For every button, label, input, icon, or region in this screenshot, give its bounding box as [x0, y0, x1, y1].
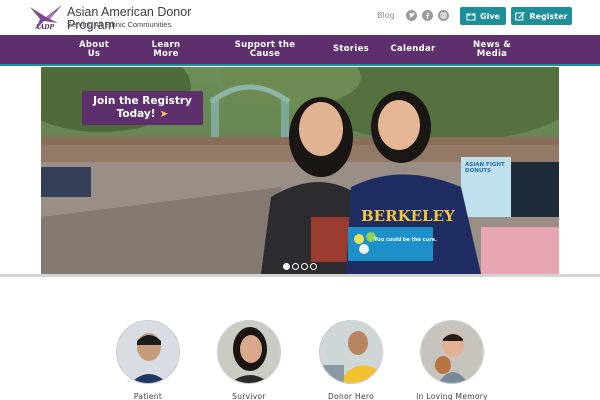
- slide-dot[interactable]: [292, 263, 299, 270]
- patient-photo[interactable]: [116, 320, 180, 384]
- section-divider: [0, 274, 600, 277]
- donor-hero-photo[interactable]: [319, 320, 383, 384]
- register-label: Register: [529, 11, 568, 21]
- in-loving-memory-label[interactable]: In Loving Memory: [407, 392, 497, 400]
- join-registry-button[interactable]: Join the Registry Today! ➤: [82, 91, 203, 125]
- gift-icon: [466, 13, 476, 21]
- slide-indicators: [283, 263, 317, 270]
- slide-dot[interactable]: [283, 263, 290, 270]
- nav-label: Media: [476, 48, 508, 59]
- facebook-icon[interactable]: [422, 10, 433, 21]
- site-header: AADP Asian American Donor Program Servin…: [0, 0, 600, 35]
- nav-item-news-media[interactable]: News & Media: [466, 35, 518, 64]
- nav-label: Cause: [249, 48, 281, 59]
- nav-label: Stories: [332, 44, 370, 54]
- slide-dot[interactable]: [301, 263, 308, 270]
- main-nav: About Us Learn More Support the Cause Stori…: [0, 35, 600, 66]
- instagram-icon[interactable]: [438, 10, 449, 21]
- hero-shirt-text: BERKELEY: [361, 207, 455, 225]
- survivor-photo[interactable]: [217, 320, 281, 384]
- survivor-label[interactable]: Survivor: [204, 392, 294, 400]
- nav-item-about-us[interactable]: About Us: [70, 35, 118, 64]
- nav-item-stories[interactable]: Stories: [327, 35, 375, 64]
- nav-label: Calendar: [390, 44, 436, 54]
- cta-line1: Join the Registry: [93, 95, 192, 107]
- twitter-icon[interactable]: [406, 10, 417, 21]
- slide-dot[interactable]: [310, 263, 317, 270]
- give-label: Give: [480, 11, 500, 21]
- patient-label[interactable]: Patient: [103, 392, 193, 400]
- nav-label: More: [153, 48, 179, 59]
- cta-line2: Today!: [116, 108, 156, 120]
- nav-item-calendar[interactable]: Calendar: [384, 35, 442, 64]
- give-button[interactable]: Give: [460, 7, 506, 25]
- register-button[interactable]: Register: [511, 7, 572, 25]
- hero-card-text: You could be the cure.: [374, 237, 437, 243]
- nav-item-support-the-cause[interactable]: Support the Cause: [226, 35, 304, 64]
- blog-link[interactable]: Blog: [377, 11, 395, 20]
- nav-item-learn-more[interactable]: Learn More: [142, 35, 190, 64]
- org-tagline: Serving All Ethnic Communities: [67, 20, 172, 29]
- hero-banner-text: ASIAN FIGHT DONUTS: [465, 162, 505, 174]
- nav-label: Us: [87, 48, 101, 59]
- logo-abbreviation: AADP: [35, 24, 55, 31]
- hero-slideshow[interactable]: BERKELEY You could be the cure. ASIAN FI…: [41, 67, 559, 274]
- edit-icon: [515, 12, 526, 21]
- in-loving-memory-photo[interactable]: [420, 320, 484, 384]
- arrow-right-icon: ➤: [159, 108, 169, 120]
- donor-hero-label[interactable]: Donor Hero: [306, 392, 396, 400]
